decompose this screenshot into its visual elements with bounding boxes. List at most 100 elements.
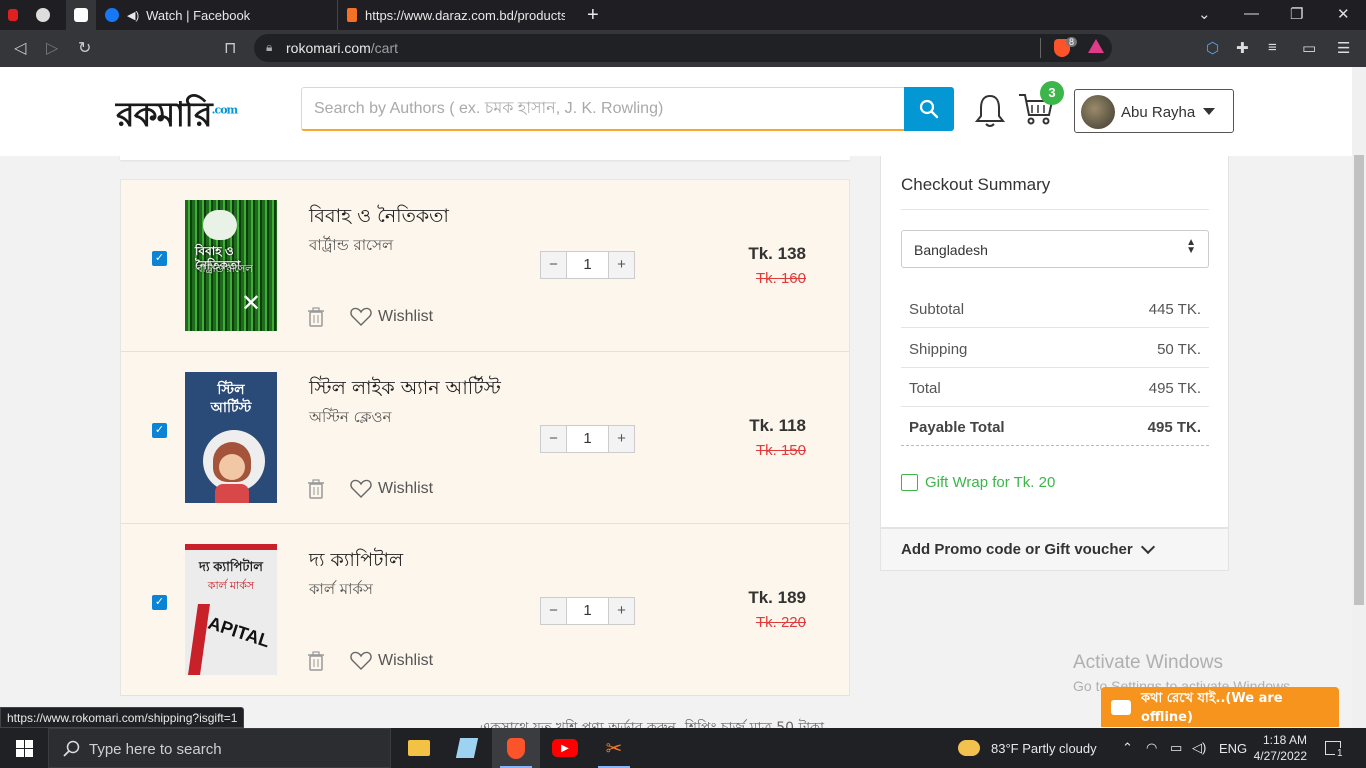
user-name: Abu Rayha	[1121, 104, 1196, 121]
search-field[interactable]	[301, 87, 905, 131]
new-tab-button[interactable]: +	[587, 0, 607, 30]
gift-wrap-option[interactable]: Gift Wrap for Tk. 20	[901, 474, 1055, 491]
book-author[interactable]: বার্ট্রান্ড রাসেল	[309, 234, 393, 259]
cover-word: APITAL	[205, 612, 273, 652]
windows-logo-icon	[15, 739, 33, 757]
start-button[interactable]	[0, 728, 48, 768]
page-scrollbar[interactable]	[1352, 67, 1366, 728]
globe-icon	[36, 8, 50, 22]
user-menu-button[interactable]: Abu Rayha	[1074, 89, 1234, 133]
weather-widget[interactable]: 83°F Partly cloudy	[958, 728, 1097, 768]
brave-rewards-icon[interactable]	[1088, 39, 1104, 53]
activate-title: Activate Windows	[1073, 652, 1223, 673]
item-checkbox[interactable]: ✓	[152, 595, 167, 610]
audio-icon[interactable]: ◀)	[127, 9, 139, 22]
tab-facebook[interactable]: ◀) Watch | Facebook	[96, 0, 336, 30]
language-indicator[interactable]: ENG	[1219, 728, 1247, 768]
pinned-tab-2[interactable]	[36, 0, 66, 30]
clock-date: 4/27/2022	[1253, 749, 1307, 763]
brave-browser-app[interactable]	[492, 728, 540, 768]
maximize-icon[interactable]: ❐	[1290, 5, 1303, 23]
divider	[901, 209, 1209, 210]
site-header: রকমারি.com 3 Abu Rayha	[0, 67, 1352, 156]
lock-icon[interactable]: 🔒︎	[266, 40, 272, 55]
notification-bell-icon[interactable]	[974, 93, 1006, 132]
scrollbar-thumb[interactable]	[1354, 155, 1364, 605]
extension-translate-icon[interactable]: ⬡	[1206, 39, 1219, 57]
book-author[interactable]: অস্টিন ক্লেওন	[309, 406, 391, 431]
playlist-icon[interactable]: ≡	[1268, 39, 1277, 56]
increase-qty-button[interactable]: +	[608, 425, 635, 453]
notification-center-button[interactable]: 1	[1325, 728, 1345, 768]
notepad-app[interactable]	[443, 728, 491, 768]
country-select[interactable]: Bangladesh ▲ ▼	[901, 230, 1209, 268]
gift-wrap-label[interactable]: Gift Wrap for Tk. 20	[925, 474, 1055, 491]
cover-graphic	[185, 544, 277, 550]
snipping-tool-app[interactable]: ✂	[590, 728, 638, 768]
windows-taskbar: Type here to search ▶ ✂ 83°F Partly clou…	[0, 728, 1366, 768]
increase-qty-button[interactable]: +	[608, 251, 635, 279]
heart-icon	[350, 479, 372, 498]
address-bar[interactable]: 🔒︎ rokomari.com/cart 8	[254, 34, 1112, 62]
wallet-icon[interactable]: ▭	[1302, 39, 1316, 57]
decrease-qty-button[interactable]: −	[540, 251, 567, 279]
trash-icon[interactable]	[307, 307, 325, 330]
divider	[1040, 38, 1041, 58]
row-label: Subtotal	[909, 301, 965, 318]
search-button[interactable]	[904, 87, 954, 131]
item-checkbox[interactable]: ✓	[152, 423, 167, 438]
tab-daraz[interactable]: https://www.daraz.com.bd/products/h	[337, 0, 575, 30]
chat-widget-button[interactable]: কথা রেখে যাই..(We are offline)	[1101, 687, 1339, 727]
promo-code-toggle[interactable]: Add Promo code or Gift voucher	[880, 528, 1229, 571]
reload-icon[interactable]: ↻	[78, 38, 91, 58]
close-window-icon[interactable]: ✕	[1337, 5, 1350, 23]
pinned-tab-1[interactable]	[8, 0, 30, 30]
row-value: 495 TK.	[1148, 380, 1201, 397]
menu-icon[interactable]: ☰	[1337, 39, 1350, 57]
gift-wrap-checkbox[interactable]	[901, 474, 918, 491]
minimize-icon[interactable]: —	[1244, 5, 1259, 22]
book-title[interactable]: দ্য ক্যাপিটাল	[309, 546, 403, 578]
url-path: /cart	[370, 40, 399, 56]
item-old-price: Tk. 160	[755, 270, 806, 287]
book-cover-image[interactable]: স্টিল আর্টিস্ট	[185, 372, 277, 503]
partly-cloudy-icon	[958, 740, 980, 756]
book-cover-image[interactable]: দ্য ক্যাপিটাল কার্ল মার্কস APITAL	[185, 544, 277, 675]
trash-icon[interactable]	[307, 479, 325, 502]
back-icon[interactable]: ◁	[14, 38, 26, 58]
wishlist-label: Wishlist	[378, 479, 434, 497]
trash-icon[interactable]	[307, 651, 325, 674]
forward-icon[interactable]: ▷	[46, 38, 58, 58]
increase-qty-button[interactable]: +	[608, 597, 635, 625]
book-title[interactable]: বিবাহ ও নৈতিকতা	[309, 202, 449, 234]
rokomari-logo[interactable]: রকমারি.com	[116, 89, 238, 146]
quantity-stepper: − 1 +	[540, 251, 635, 279]
clock-time: 1:18 AM	[1262, 733, 1307, 747]
extensions-puzzle-icon[interactable]: ✚	[1236, 39, 1249, 57]
clock[interactable]: 1:18 AM 4/27/2022	[1253, 728, 1307, 768]
decrease-qty-button[interactable]: −	[540, 425, 567, 453]
network-icon[interactable]: ◠	[1146, 728, 1157, 768]
book-author[interactable]: কার্ল মার্কস	[309, 578, 373, 603]
quantity-value[interactable]: 1	[567, 425, 608, 453]
taskbar-search-box[interactable]: Type here to search	[48, 728, 391, 768]
pinned-tab-rokomari[interactable]	[66, 0, 96, 30]
search-input[interactable]	[302, 88, 904, 129]
book-cover-image[interactable]: বিবাহ ও নৈতিকতা বার্ট্রান্ড রাসেল ✕	[185, 200, 277, 331]
tab-search-chevron-icon[interactable]: ⌄	[1198, 5, 1211, 23]
heart-icon	[350, 307, 372, 326]
wishlist-button[interactable]: Wishlist	[350, 307, 433, 326]
wishlist-button[interactable]: Wishlist	[350, 651, 433, 670]
show-hidden-icons-chevron-icon[interactable]: ⌃	[1122, 728, 1133, 768]
wishlist-button[interactable]: Wishlist	[350, 479, 433, 498]
book-title[interactable]: স্টিল লাইক অ্যান আর্টিস্ট	[309, 374, 501, 406]
quantity-value[interactable]: 1	[567, 597, 608, 625]
quantity-value[interactable]: 1	[567, 251, 608, 279]
decrease-qty-button[interactable]: −	[540, 597, 567, 625]
volume-icon[interactable]: ◁)	[1192, 728, 1206, 768]
bookmark-icon[interactable]: ⊓	[224, 38, 236, 58]
youtube-app[interactable]: ▶	[541, 728, 589, 768]
file-explorer-app[interactable]	[395, 728, 443, 768]
battery-icon[interactable]: ▭	[1170, 728, 1182, 768]
item-checkbox[interactable]: ✓	[152, 251, 167, 266]
